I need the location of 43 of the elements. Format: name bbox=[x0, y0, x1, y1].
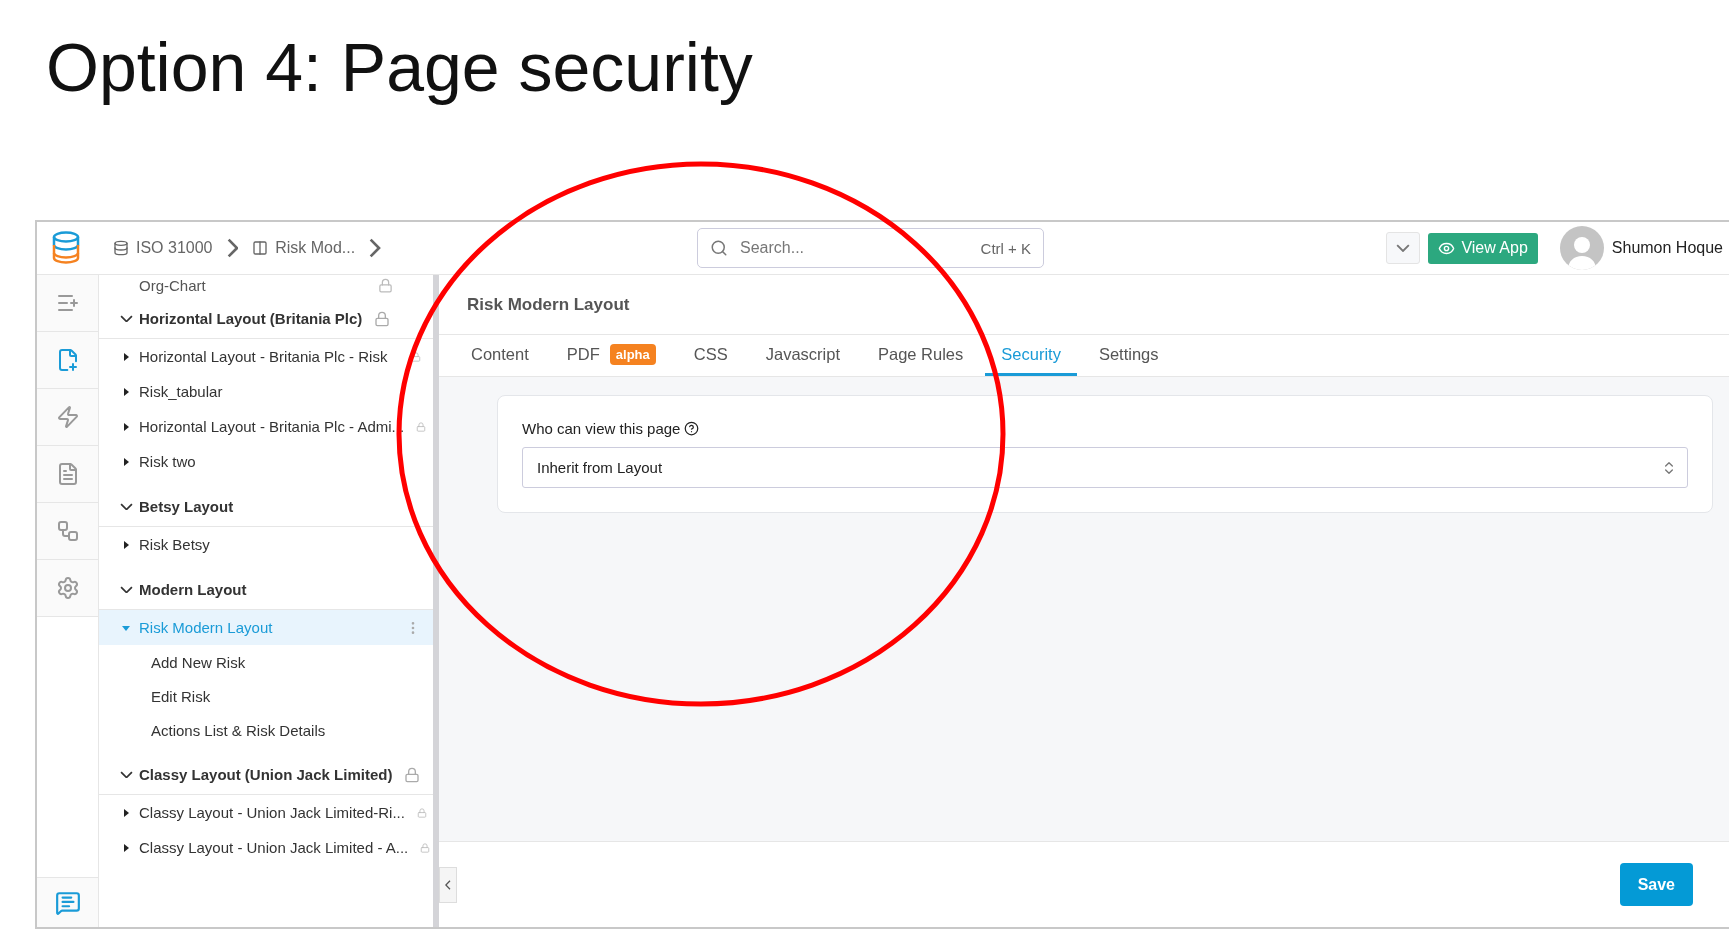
tree-item[interactable]: Org-Chart bbox=[139, 276, 206, 294]
caret-icon[interactable] bbox=[121, 456, 131, 467]
chevron-down-icon bbox=[1396, 243, 1411, 253]
chevron-left-icon bbox=[445, 879, 451, 890]
caret-icon[interactable] bbox=[121, 421, 131, 432]
search-icon bbox=[710, 239, 728, 257]
search-bar[interactable]: Search... Ctrl + K bbox=[697, 228, 1044, 268]
breadcrumb-link[interactable]: ISO 31000 bbox=[107, 239, 219, 257]
caret-icon[interactable] bbox=[121, 351, 131, 362]
caret-icon[interactable] bbox=[121, 386, 131, 397]
lightning-icon[interactable] bbox=[37, 389, 98, 446]
tab[interactable]: CSS bbox=[677, 335, 744, 376]
collapse-button[interactable] bbox=[439, 866, 457, 903]
list-plus-icon[interactable] bbox=[37, 275, 98, 332]
alpha-badge: alpha bbox=[609, 343, 656, 365]
caret-icon[interactable] bbox=[121, 539, 131, 550]
columns-icon bbox=[252, 240, 269, 256]
file-plus-icon[interactable] bbox=[37, 332, 98, 389]
search-field[interactable]: Search... bbox=[738, 238, 971, 258]
tab[interactable]: PDF alpha bbox=[550, 335, 672, 376]
caret-icon[interactable] bbox=[121, 842, 131, 853]
chevron-right-icon bbox=[226, 238, 239, 258]
user-name: Shumon Hoque bbox=[1611, 239, 1723, 257]
caret-icon[interactable] bbox=[121, 807, 131, 818]
chat-icon[interactable] bbox=[37, 877, 98, 927]
tab[interactable]: Settings bbox=[1082, 335, 1175, 376]
database-logo-icon bbox=[51, 231, 81, 265]
database-icon bbox=[113, 240, 129, 256]
visibility-select[interactable]: Inherit from Layout bbox=[522, 447, 1688, 488]
field-label: Who can view this page bbox=[522, 420, 1688, 437]
document-icon[interactable] bbox=[37, 446, 98, 503]
chevron-right-icon bbox=[369, 238, 381, 258]
page-title: Risk Modern Layout bbox=[467, 294, 630, 315]
avatar[interactable] bbox=[1559, 226, 1604, 270]
help-icon[interactable] bbox=[684, 421, 700, 436]
tab[interactable]: Page Rules bbox=[862, 335, 980, 376]
dropdown-button[interactable] bbox=[1386, 232, 1421, 264]
tab[interactable]: Content bbox=[455, 335, 545, 376]
tab[interactable]: Javascript bbox=[749, 335, 856, 376]
slide-title: Option 4: Page security bbox=[45, 28, 754, 107]
settings-icon[interactable] bbox=[37, 560, 98, 617]
shortcut-hint: Ctrl + K bbox=[980, 239, 1031, 257]
breadcrumb-link[interactable]: Risk Mod... bbox=[246, 239, 362, 257]
